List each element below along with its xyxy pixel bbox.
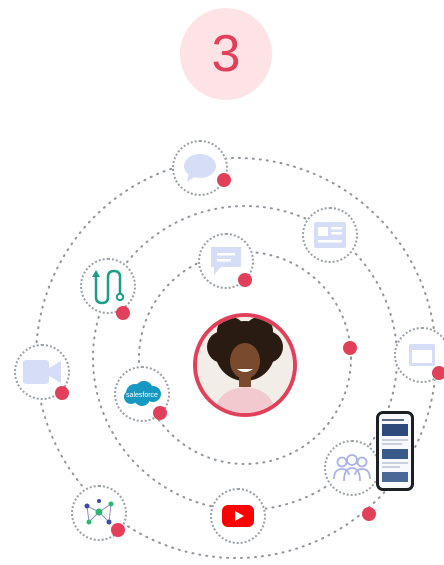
newsletter-icon xyxy=(314,222,346,248)
connector-dot xyxy=(343,341,357,355)
orbit-illustration: 3 salesforce xyxy=(0,0,444,565)
browser-window-icon xyxy=(409,344,435,366)
chat-bubble-icon xyxy=(184,154,216,182)
connector-dot xyxy=(111,523,125,537)
salesforce-logo-icon: salesforce xyxy=(124,381,161,406)
connector-dot xyxy=(55,386,69,400)
step-number-badge: 3 xyxy=(180,8,272,100)
video-camera-icon xyxy=(23,360,61,384)
svg-text:salesforce: salesforce xyxy=(126,392,158,399)
connector-dot xyxy=(432,366,444,380)
journey-node xyxy=(80,258,136,314)
community-node xyxy=(324,440,380,496)
youtube-node xyxy=(210,488,266,544)
youtube-logo-icon xyxy=(222,505,254,527)
newsletter-node xyxy=(302,207,358,263)
journey-path-icon xyxy=(92,269,125,305)
connector-dot xyxy=(153,406,167,420)
connector-dot xyxy=(362,507,376,521)
chat-bubble-node xyxy=(172,140,228,196)
connector-dot xyxy=(217,173,231,187)
person-avatar xyxy=(193,313,297,417)
connector-dot xyxy=(238,273,252,287)
network-graph-icon xyxy=(84,499,114,525)
person-portrait xyxy=(197,317,293,413)
message-icon xyxy=(211,247,241,275)
community-icon xyxy=(333,454,371,482)
phone-screen xyxy=(379,414,411,488)
phone-mockup xyxy=(376,411,414,491)
connector-dot xyxy=(116,306,130,320)
